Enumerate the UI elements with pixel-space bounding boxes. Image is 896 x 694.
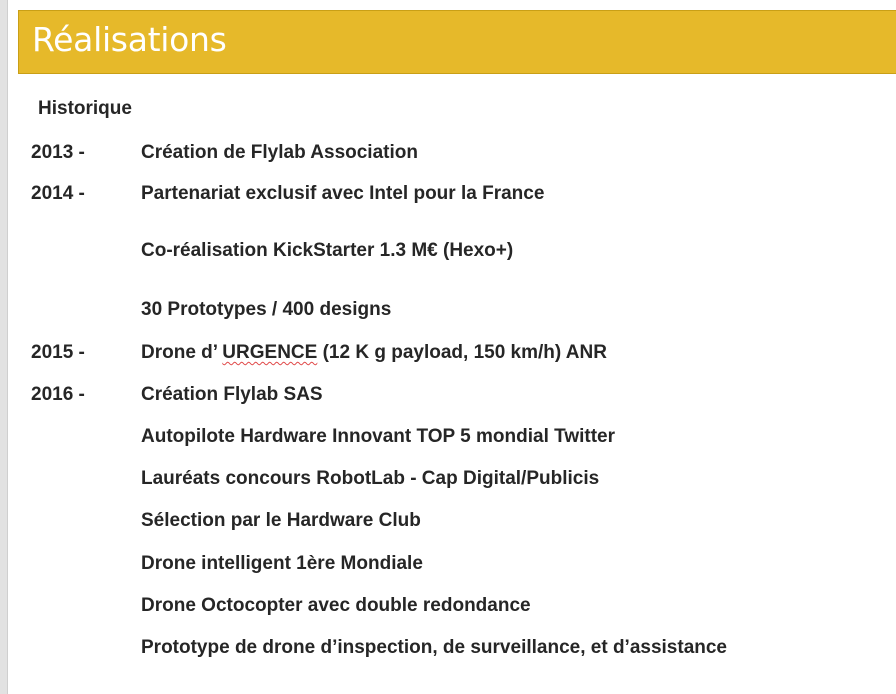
page-title: Réalisations <box>32 20 227 59</box>
timeline-item: Partenariat exclusif avec Intel pour la … <box>141 183 545 204</box>
timeline-item: Drone Octocopter avec double redondance <box>141 595 531 616</box>
year-label-2014: 2014 - <box>31 183 85 204</box>
timeline-item: Lauréats concours RobotLab - Cap Digital… <box>141 468 600 489</box>
timeline-item: Co-réalisation KickStarter 1.3 M€ (Hexo+… <box>141 240 514 261</box>
title-banner: Réalisations <box>18 10 896 74</box>
timeline-item: Création Flylab SAS <box>141 384 323 405</box>
slide-left-edge <box>0 0 8 694</box>
year-label-2016: 2016 - <box>31 384 85 405</box>
section-subheading: Historique <box>38 98 132 119</box>
spellcheck-word: URGENCE <box>222 342 318 363</box>
year-label-2015: 2015 - <box>31 342 85 363</box>
timeline-item: Drone intelligent 1ère Mondiale <box>141 553 423 574</box>
timeline-item: Prototype de drone d’inspection, de surv… <box>141 637 728 658</box>
item-text-part: (12 K g payload, 150 km/h) ANR <box>317 342 607 363</box>
year-label-2013: 2013 - <box>31 142 85 163</box>
timeline-item: 30 Prototypes / 400 designs <box>141 299 392 320</box>
item-text-part: Drone d’ <box>141 342 223 363</box>
timeline-item: Création de Flylab Association <box>141 142 418 163</box>
timeline-item: Drone d’ URGENCE (12 K g payload, 150 km… <box>141 342 607 364</box>
timeline-item: Sélection par le Hardware Club <box>141 510 421 531</box>
timeline-item: Autopilote Hardware Innovant TOP 5 mondi… <box>141 426 615 447</box>
